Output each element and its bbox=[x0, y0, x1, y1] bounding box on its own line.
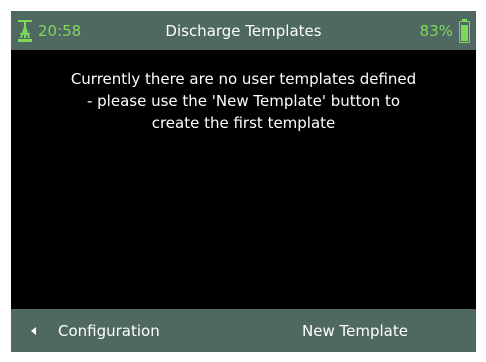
configuration-back-button[interactable]: Configuration bbox=[11, 309, 221, 352]
status-right: 83% bbox=[419, 18, 470, 43]
antenna-icon bbox=[18, 19, 32, 42]
triangle-left-icon bbox=[31, 326, 36, 335]
device-screen: 20:58 Discharge Templates 83% Currently … bbox=[11, 11, 476, 352]
new-template-label: New Template bbox=[302, 321, 408, 340]
message-line-1: Currently there are no user templates de… bbox=[70, 70, 417, 88]
status-left: 20:58 bbox=[18, 19, 82, 42]
message-line-3: create the first template bbox=[151, 114, 336, 132]
status-bar: 20:58 Discharge Templates 83% bbox=[11, 11, 476, 50]
bottom-bar: Configuration New Template bbox=[11, 309, 476, 352]
configuration-label: Configuration bbox=[58, 321, 160, 340]
clock-time: 20:58 bbox=[38, 21, 82, 40]
battery-icon bbox=[459, 18, 470, 43]
battery-percentage: 83% bbox=[419, 21, 453, 40]
new-template-button[interactable]: New Template bbox=[302, 309, 408, 352]
empty-state-message: Currently there are no user templates de… bbox=[11, 68, 476, 134]
message-line-2: - please use the 'New Template' button t… bbox=[86, 92, 401, 110]
